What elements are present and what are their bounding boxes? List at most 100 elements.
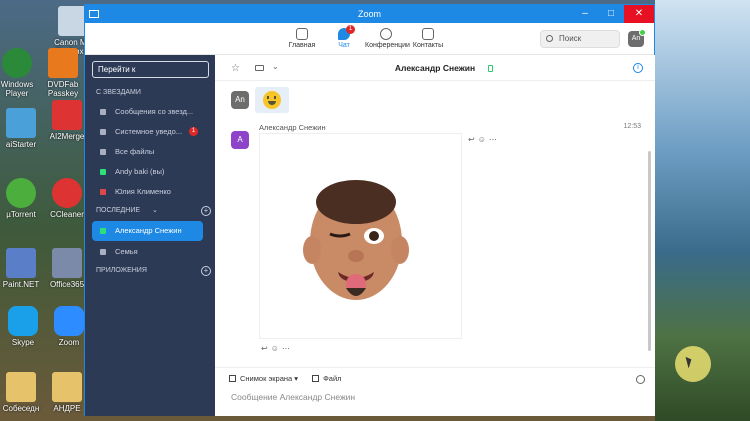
title-bar: Zoom – □ ✕ xyxy=(85,5,654,23)
desktop-icon-label: Skype xyxy=(11,338,35,347)
aistarter-icon xyxy=(6,108,36,138)
desktop-icon-label: µTorrent xyxy=(6,210,36,219)
zoom-icon xyxy=(54,306,84,336)
sidebar-item-starred-messages[interactable]: Сообщения со звезд... xyxy=(85,102,215,122)
reply-icon[interactable]: ↩ xyxy=(261,344,271,353)
contacts-icon xyxy=(422,28,434,40)
top-nav: Главная 1 Чат Конференции Контакты xyxy=(281,25,449,49)
add-recent-button[interactable]: + xyxy=(201,206,211,216)
jump-to-input[interactable]: Перейти к xyxy=(92,61,209,78)
desktop-icon-label: Собеседн xyxy=(2,404,40,413)
window-title: Zoom xyxy=(357,9,381,19)
profile-avatar[interactable]: An xyxy=(628,29,646,47)
screenshot-icon xyxy=(229,375,236,382)
media-player-icon xyxy=(2,48,32,78)
tab-meetings[interactable]: Конференции xyxy=(365,25,410,49)
desktop-icon-label: Zoom xyxy=(58,338,80,347)
section-label: ПРИЛОЖЕНИЯ xyxy=(96,267,147,274)
avatar: An xyxy=(231,91,249,109)
ccleaner-icon xyxy=(52,178,82,208)
tab-contacts[interactable]: Контакты xyxy=(407,25,449,49)
emoji-react-icon[interactable]: ☺ xyxy=(271,344,282,353)
section-recent[interactable]: ПОСЛЕДНИЕ ⌄ + xyxy=(85,202,215,220)
search-input[interactable]: Поиск xyxy=(540,30,620,48)
sidebar-item-label: Сообщения со звезд... xyxy=(115,107,194,116)
office-icon xyxy=(52,248,82,278)
close-button[interactable]: ✕ xyxy=(624,5,654,23)
folder-icon xyxy=(52,372,82,402)
chat-title: Александр Снежин xyxy=(394,63,476,73)
maximize-button[interactable]: □ xyxy=(598,5,624,23)
section-apps[interactable]: ПРИЛОЖЕНИЯ + xyxy=(85,262,215,280)
presence-icon xyxy=(100,228,106,234)
message-composer: Снимок экрана ▾ Файл Сообщение Александр… xyxy=(215,367,655,416)
zoom-window: Zoom – □ ✕ Главная 1 Чат Конференции Кон… xyxy=(84,4,711,416)
message-time: 12:53 xyxy=(623,123,641,130)
screenshot-button[interactable]: Снимок экрана ▾ xyxy=(229,374,298,383)
clock-icon xyxy=(380,28,392,40)
sidebar-item-alexander[interactable]: Александр Снежин xyxy=(92,221,203,241)
message-sender: Александр Снежин xyxy=(259,123,326,132)
chat-badge: 1 xyxy=(346,25,355,34)
desktop-icon-label: Windows Player xyxy=(0,80,34,98)
tab-home[interactable]: Главная xyxy=(281,25,323,49)
group-icon xyxy=(100,249,106,255)
desktop-icon-label: Office365 xyxy=(49,280,85,289)
sidebar-item-family[interactable]: Семья xyxy=(85,242,215,262)
more-icon[interactable]: ⋯ xyxy=(282,344,293,353)
emoji-picker-icon[interactable] xyxy=(636,375,645,384)
info-icon[interactable]: i xyxy=(633,63,643,73)
presence-icon xyxy=(100,169,106,175)
more-icon[interactable]: ⋯ xyxy=(489,135,500,144)
message-input[interactable]: Сообщение Александр Снежин xyxy=(231,392,355,402)
memoji-image xyxy=(303,180,409,300)
tab-chat[interactable]: 1 Чат xyxy=(323,25,365,49)
mobile-icon xyxy=(488,65,493,72)
add-app-button[interactable]: + xyxy=(201,266,211,276)
sidebar-item-label: Все файлы xyxy=(115,147,155,156)
scrollbar[interactable] xyxy=(648,151,651,351)
file-label: Файл xyxy=(323,374,342,383)
desktop-icon-label: DVDFab Passkey xyxy=(47,80,79,98)
desktop-icon-dvdfab[interactable]: DVDFab Passkey xyxy=(36,48,90,98)
star-icon xyxy=(100,109,106,115)
desktop-icon-label: aiStarter xyxy=(5,140,37,149)
sidebar-item-yulia[interactable]: Юлия Клименко xyxy=(85,182,215,202)
chat-panel: ☆ ⌄ Александр Снежин i An A Александр Сн… xyxy=(215,55,711,416)
chevron-down-icon: ⌄ xyxy=(152,207,158,214)
desktop-icon-label: AI2Merge xyxy=(49,132,85,141)
desktop-icon-label: CCleaner xyxy=(50,210,84,219)
desktop-icon-label: АНДРЕ xyxy=(53,404,81,413)
sidebar-item-label: Семья xyxy=(115,247,138,256)
minimize-button[interactable]: – xyxy=(572,5,598,23)
sidebar-item-all-files[interactable]: Все файлы xyxy=(85,142,215,162)
message-actions: ↩☺⋯ xyxy=(468,135,500,144)
message-bubble[interactable] xyxy=(255,87,289,113)
folder-icon xyxy=(6,372,36,402)
desktop-icon-label: Paint.NET xyxy=(2,280,40,289)
tab-label: Главная xyxy=(288,42,316,49)
sidebar-item-self[interactable]: Andy baki (вы) xyxy=(85,162,215,182)
sidebar-item-label: Andy baki (вы) xyxy=(115,167,165,176)
tab-label: Конференции xyxy=(365,42,410,49)
sidebar-item-label: Юлия Клименко xyxy=(115,187,171,196)
section-label: ПОСЛЕДНИЕ xyxy=(96,207,141,214)
tab-label: Чат xyxy=(338,42,350,49)
unread-count-badge: 1 xyxy=(189,127,198,136)
skype-icon xyxy=(8,306,38,336)
paintnet-icon xyxy=(6,248,36,278)
chat-sidebar: Перейти к С ЗВЕЗДАМИ Сообщения со звезд.… xyxy=(85,55,215,416)
grinning-emoji-icon xyxy=(263,91,281,109)
sidebar-item-system-notifications[interactable]: Системное уведо... 1 xyxy=(85,122,215,142)
file-button[interactable]: Файл xyxy=(312,374,342,383)
search-icon xyxy=(546,35,553,42)
file-icon xyxy=(312,375,320,382)
image-message[interactable] xyxy=(259,133,462,339)
sidebar-item-label: Системное уведо... xyxy=(115,127,183,136)
emoji-react-icon[interactable]: ☺ xyxy=(478,135,489,144)
section-starred[interactable]: С ЗВЕЗДАМИ xyxy=(85,84,215,102)
mouse-cursor-highlight xyxy=(675,346,711,382)
notification-icon xyxy=(100,129,106,135)
search-placeholder: Поиск xyxy=(559,34,582,43)
reply-icon[interactable]: ↩ xyxy=(468,135,478,144)
